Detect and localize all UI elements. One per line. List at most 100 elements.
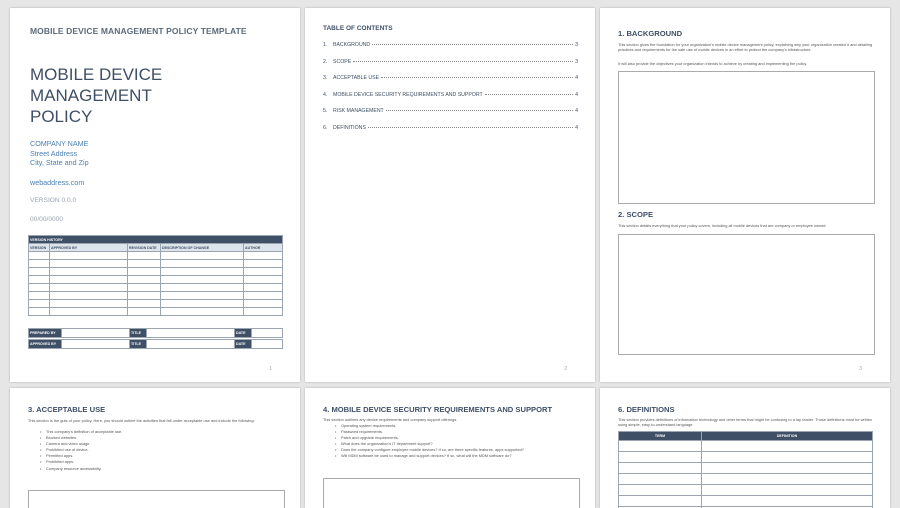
toc-entry-number: 2. <box>323 59 333 65</box>
title-field[interactable] <box>147 329 235 338</box>
version-history-table: VERSION HISTORY VERSION APPROVED BY REVI… <box>28 235 283 316</box>
version-label: VERSION 0.0.0 <box>30 197 76 204</box>
table-row <box>29 292 283 300</box>
date-label: 00/00/0000 <box>30 216 63 223</box>
column-header: DEFINITION <box>702 432 873 441</box>
toc-entry-page: 3 <box>575 59 578 65</box>
security-text: This section outlines any device require… <box>323 417 581 422</box>
toc-entry-security[interactable]: 4. MOBILE DEVICE SECURITY REQUIREMENTS A… <box>323 92 578 98</box>
title-field[interactable] <box>147 340 235 349</box>
toc-entry-background[interactable]: 1. BACKGROUND 3 <box>323 42 578 48</box>
definitions-page: 6. DEFINITIONS This section provides def… <box>600 388 890 508</box>
toc-leader <box>372 44 573 45</box>
toc-entry-risk[interactable]: 5. RISK MANAGEMENT 4 <box>323 108 578 114</box>
list-item: Company resource accessibility. <box>40 466 280 472</box>
title-line: POLICY <box>30 106 230 127</box>
toc-entry-number: 1. <box>323 42 333 48</box>
date-label-cell: DATE <box>235 340 252 349</box>
table-row <box>29 284 283 292</box>
title-line: MANAGEMENT <box>30 85 230 106</box>
table-row <box>29 252 283 260</box>
column-header: DESCRIPTION OF CHANGE <box>161 244 244 252</box>
web-address: webaddress.com <box>30 178 84 187</box>
approved-by-table: APPROVED BY TITLE DATE <box>28 339 283 349</box>
toc-entry-number: 3. <box>323 75 333 81</box>
toc-entry-number: 5. <box>323 108 333 114</box>
column-header: TERM <box>619 432 702 441</box>
cover-page: MOBILE DEVICE MANAGEMENT POLICY TEMPLATE… <box>10 8 300 382</box>
section-title-definitions: 6. DEFINITIONS <box>618 405 675 414</box>
background-entry-box[interactable] <box>618 71 875 204</box>
toc-entry-label: SCOPE <box>333 59 351 65</box>
acceptable-use-entry-box[interactable] <box>28 490 285 508</box>
acceptable-use-text: This section is the guts of your policy.… <box>28 418 286 423</box>
page-number: 1 <box>269 366 272 372</box>
title-label: TITLE <box>130 340 147 349</box>
version-history-caption: VERSION HISTORY <box>29 236 283 244</box>
definitions-text: This section provides definitions of inf… <box>618 417 876 427</box>
table-row <box>29 300 283 308</box>
table-row <box>29 308 283 316</box>
acceptable-use-list: This company's definition of acceptable … <box>40 429 280 472</box>
scope-entry-box[interactable] <box>618 234 875 355</box>
toc-entry-label: DEFINITIONS <box>333 125 366 131</box>
toc-leader <box>381 77 573 78</box>
toc-entry-label: ACCEPTABLE USE <box>333 75 379 81</box>
date-field[interactable] <box>252 340 283 349</box>
background-scope-page: 1. BACKGROUND This section gives the fou… <box>600 8 890 382</box>
table-row <box>619 474 873 485</box>
toc-leader <box>485 94 573 95</box>
column-header: APPROVED BY <box>50 244 128 252</box>
toc-entry-page: 3 <box>575 42 578 48</box>
acceptable-use-page: 3. ACCEPTABLE USE This section is the gu… <box>10 388 300 508</box>
section-title-scope: 2. SCOPE <box>618 210 653 219</box>
column-header: VERSION <box>29 244 50 252</box>
toc-entry-acceptable-use[interactable]: 3. ACCEPTABLE USE 4 <box>323 75 578 81</box>
toc-title: TABLE OF CONTENTS <box>323 25 393 32</box>
prepared-by-label: PREPARED BY <box>29 329 62 338</box>
column-header: REVISION DATE <box>128 244 161 252</box>
company-block: COMPANY NAME Street Address City, State … <box>30 139 89 168</box>
toc-entry-label: BACKGROUND <box>333 42 370 48</box>
document-title: MOBILE DEVICE MANAGEMENT POLICY <box>30 64 230 127</box>
security-requirements-page: 4. MOBILE DEVICE SECURITY REQUIREMENTS A… <box>305 388 595 508</box>
table-row <box>619 452 873 463</box>
toc-entry-scope[interactable]: 2. SCOPE 3 <box>323 59 578 65</box>
company-name: COMPANY NAME <box>30 139 89 149</box>
approved-by-field[interactable] <box>62 340 130 349</box>
table-row <box>29 260 283 268</box>
definitions-table: TERM DEFINITION <box>618 431 873 508</box>
section-title-acceptable-use: 3. ACCEPTABLE USE <box>28 405 105 414</box>
date-label-cell: DATE <box>235 329 252 338</box>
table-row <box>29 268 283 276</box>
toc-entry-page: 4 <box>575 75 578 81</box>
title-line: MOBILE DEVICE <box>30 64 230 85</box>
security-entry-box[interactable] <box>323 478 580 508</box>
city-state-zip: City, State and Zip <box>30 158 89 168</box>
list-item: Will MDM software be used to manage and … <box>335 453 575 459</box>
page-number: 2 <box>564 366 567 372</box>
street-address: Street Address <box>30 149 89 159</box>
toc-entry-number: 4. <box>323 92 333 98</box>
date-field[interactable] <box>252 329 283 338</box>
toc-entry-number: 6. <box>323 125 333 131</box>
prepared-by-field[interactable] <box>62 329 130 338</box>
background-text: This section gives the foundation for yo… <box>618 42 876 52</box>
approved-by-label: APPROVED BY <box>29 340 62 349</box>
toc-entry-page: 4 <box>575 108 578 114</box>
toc-leader <box>368 127 573 128</box>
section-title-security: 4. MOBILE DEVICE SECURITY REQUIREMENTS A… <box>323 405 552 414</box>
scope-text: This section details everything that you… <box>618 223 876 228</box>
table-row <box>619 496 873 507</box>
toc-entry-page: 4 <box>575 125 578 131</box>
document-header: MOBILE DEVICE MANAGEMENT POLICY TEMPLATE <box>30 26 247 36</box>
toc-entry-definitions[interactable]: 6. DEFINITIONS 4 <box>323 125 578 131</box>
toc-leader <box>386 110 573 111</box>
column-header: AUTHOR <box>244 244 283 252</box>
table-row <box>619 485 873 496</box>
toc-leader <box>353 61 573 62</box>
background-text-2: It will also provide the objectives your… <box>618 61 876 66</box>
toc-entry-label: RISK MANAGEMENT <box>333 108 384 114</box>
prepared-by-table: PREPARED BY TITLE DATE <box>28 328 283 338</box>
toc-page: TABLE OF CONTENTS 1. BACKGROUND 3 2. SCO… <box>305 8 595 382</box>
